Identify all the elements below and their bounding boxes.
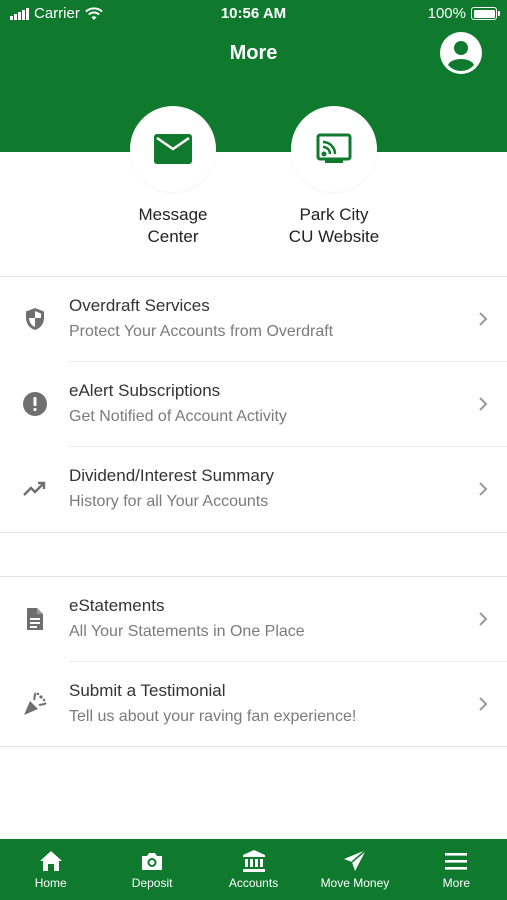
quick-action-label-line1: Park City — [299, 205, 369, 224]
tab-move-money[interactable]: Move Money — [304, 839, 405, 900]
tab-more[interactable]: More — [406, 839, 507, 900]
cast-icon — [316, 133, 352, 163]
status-battery: 100% — [427, 5, 500, 22]
row-subtitle: History for all Your Accounts — [69, 493, 269, 510]
tab-accounts[interactable]: Accounts — [203, 839, 304, 900]
quick-action-label: Message Center — [98, 204, 248, 248]
quick-action-label-line2: Center — [147, 227, 199, 246]
account-circle-icon — [440, 32, 482, 74]
estatements-row[interactable]: eStatements All Your Statements in One P… — [0, 577, 507, 662]
alert-icon — [23, 392, 47, 416]
row-title: Overdraft Services — [69, 296, 210, 315]
menu-icon — [445, 853, 468, 870]
tab-label: Home — [34, 876, 67, 890]
chevron-right-icon — [479, 697, 488, 711]
party-popper-icon — [24, 692, 47, 715]
tab-deposit[interactable]: Deposit — [101, 839, 202, 900]
home-icon — [39, 851, 62, 871]
quick-action-circle — [130, 106, 216, 192]
message-center-button[interactable]: Message Center — [98, 106, 248, 248]
row-subtitle: Protect Your Accounts from Overdraft — [69, 323, 334, 340]
website-button[interactable]: Park City CU Website — [259, 106, 409, 248]
chevron-right-icon — [479, 397, 488, 411]
page-title: More — [229, 42, 278, 64]
section-divider — [0, 746, 507, 747]
chevron-right-icon — [479, 482, 488, 496]
dividend-interest-summary-row[interactable]: Dividend/Interest Summary History for al… — [0, 447, 507, 532]
tab-label: More — [442, 876, 470, 890]
profile-button[interactable] — [440, 32, 482, 74]
row-subtitle: Get Notified of Account Activity — [69, 408, 287, 425]
chevron-right-icon — [479, 612, 488, 626]
battery-label: 100% — [427, 5, 466, 22]
tab-label: Move Money — [320, 876, 390, 890]
row-title: Submit a Testimonial — [69, 681, 226, 700]
overdraft-services-row[interactable]: Overdraft Services Protect Your Accounts… — [0, 277, 507, 362]
header: Carrier 10:56 AM 100% More — [0, 0, 507, 152]
submit-testimonial-row[interactable]: Submit a Testimonial Tell us about your … — [0, 662, 507, 747]
chevron-right-icon — [479, 312, 488, 326]
quick-action-label-line2: CU Website — [288, 227, 380, 246]
send-icon — [343, 849, 367, 871]
tab-bar: Home Deposit Accounts Move Money More — [0, 839, 507, 900]
tab-label: Accounts — [228, 876, 279, 890]
trending-up-icon — [23, 481, 46, 496]
quick-action-circle — [291, 106, 377, 192]
mail-icon — [154, 134, 192, 164]
shield-icon — [26, 308, 44, 330]
document-icon — [27, 608, 43, 630]
row-title: eAlert Subscriptions — [69, 381, 221, 400]
row-subtitle: Tell us about your raving fan experience… — [69, 708, 357, 725]
tab-label: Deposit — [131, 876, 173, 890]
quick-action-label-line1: Message — [138, 205, 208, 224]
battery-icon — [471, 7, 500, 20]
row-title: Dividend/Interest Summary — [69, 466, 275, 485]
status-bar: Carrier 10:56 AM 100% — [0, 0, 507, 28]
row-title: eStatements — [69, 596, 165, 615]
camera-icon — [142, 853, 163, 870]
section-divider — [0, 532, 507, 533]
row-subtitle: All Your Statements in One Place — [69, 623, 305, 640]
quick-action-label: Park City CU Website — [259, 204, 409, 248]
ealert-subscriptions-row[interactable]: eAlert Subscriptions Get Notified of Acc… — [0, 362, 507, 447]
tab-home[interactable]: Home — [0, 839, 101, 900]
bank-icon — [242, 850, 265, 872]
